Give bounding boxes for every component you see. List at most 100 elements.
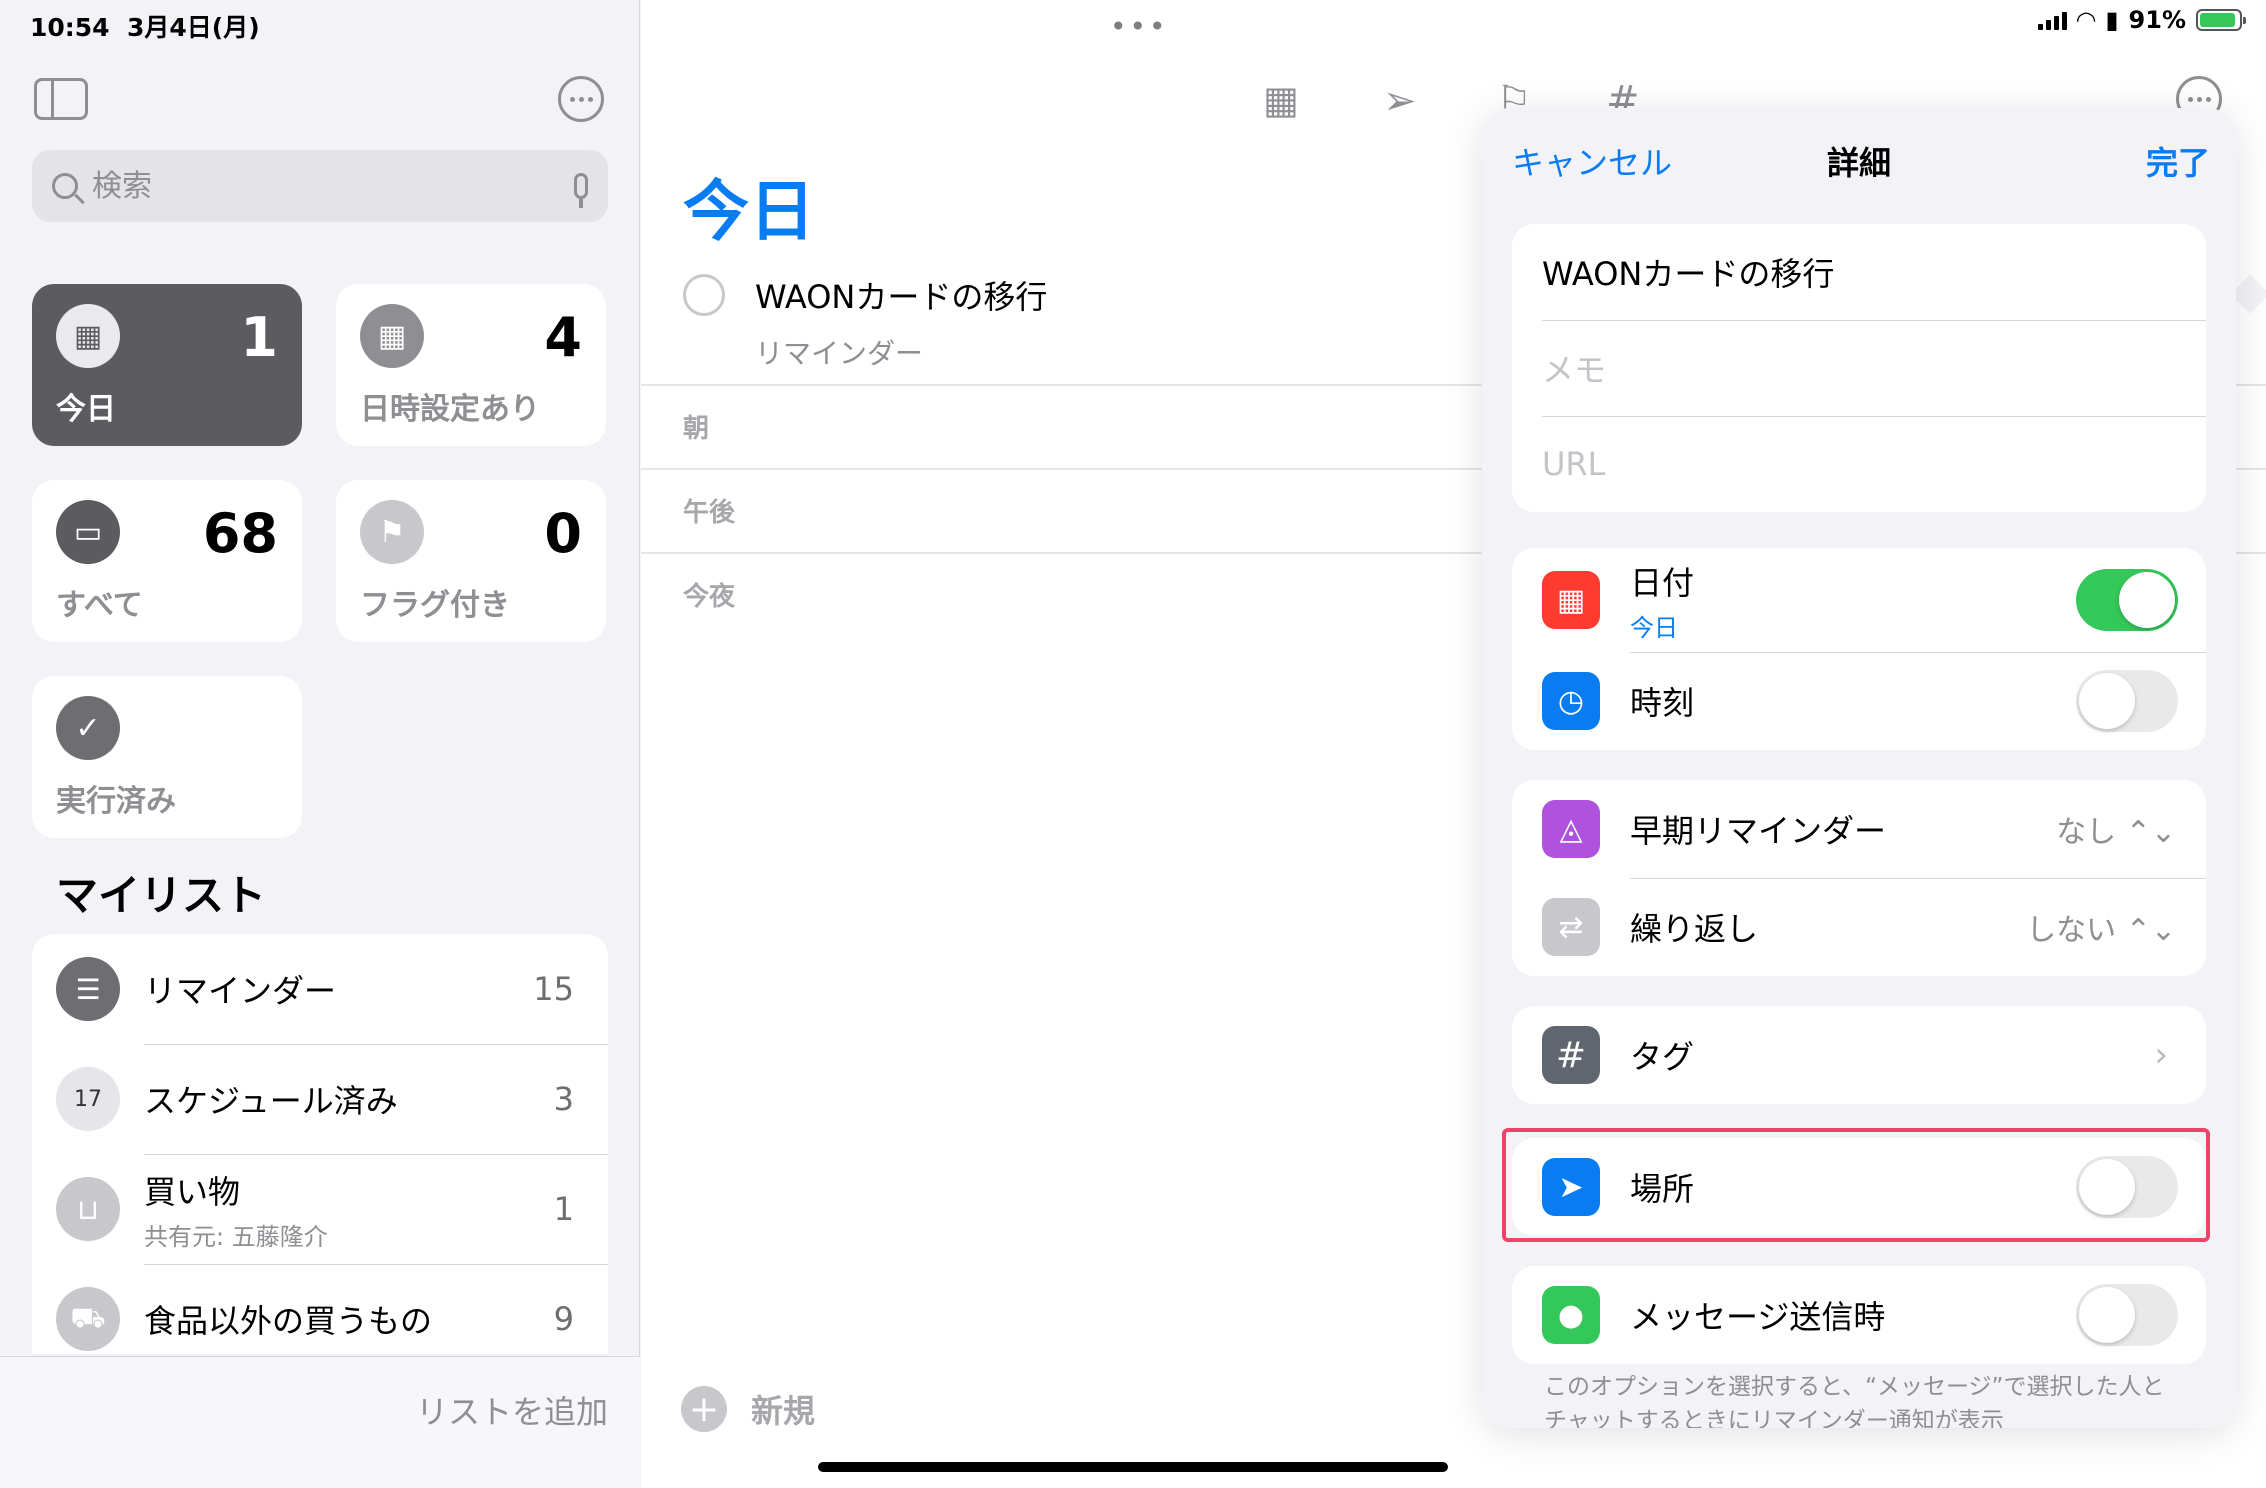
status-date: 3月4日(月) <box>127 13 260 42</box>
repeat-value[interactable]: しない ⌃⌄ <box>2026 905 2176 949</box>
repeat-icon: ⇄ <box>1542 898 1600 956</box>
repeat-label: 繰り返し <box>1630 910 1759 948</box>
tray-icon: ▭ <box>56 500 120 564</box>
url-field[interactable]: URL <box>1512 416 2206 512</box>
add-list-button[interactable]: リストを追加 <box>416 1387 608 1433</box>
multitasking-dots-icon[interactable]: ••• <box>1110 10 1169 43</box>
smart-list-count: 1 <box>240 306 278 369</box>
status-clock: 10:54 <box>30 13 110 42</box>
hashtag-icon: # <box>1542 1026 1600 1084</box>
status-indicators: ◠ ▮ 91% <box>2037 6 2246 34</box>
list-shared-by: 共有元: 五藤隆介 <box>144 1222 328 1251</box>
location-highlight-annotation <box>1502 1128 2210 1242</box>
repeat-row[interactable]: ⇄ 繰り返し しない ⌃⌄ <box>1512 878 2206 976</box>
search-input[interactable] <box>92 168 574 204</box>
messaging-group: ● メッセージ送信時 <box>1512 1266 2206 1364</box>
plus-icon: + <box>681 1386 727 1432</box>
smart-list-label: 日時設定あり <box>360 392 540 427</box>
wifi-icon: ◠ <box>2076 6 2096 34</box>
messaging-label: メッセージ送信時 <box>1630 1298 1886 1336</box>
messaging-toggle[interactable] <box>2076 1284 2178 1346</box>
messaging-row: ● メッセージ送信時 <box>1512 1266 2206 1364</box>
sidebar-footer: リストを追加 <box>0 1356 640 1488</box>
clock-icon: ◷ <box>1542 672 1600 730</box>
notes-field[interactable]: メモ <box>1512 320 2206 416</box>
smart-list-label: 実行済み <box>56 784 176 819</box>
early-reminder-value[interactable]: なし ⌃⌄ <box>2056 807 2176 851</box>
list-item[interactable]: ⊔ 買い物 共有元: 五藤隆介 1 <box>32 1154 608 1264</box>
list-count: 9 <box>553 1300 574 1338</box>
calendar-today-icon: ▦ <box>56 304 120 368</box>
battery-icon <box>2196 9 2246 31</box>
messaging-footnote: このオプションを選択すると、“メッセージ”で選択した人とチャットするときにリマイ… <box>1544 1374 2165 1428</box>
smart-list-completed[interactable]: ✓ 実行済み <box>32 676 302 838</box>
smart-list-flagged[interactable]: ⚑ 0 フラグ付き <box>336 480 606 642</box>
microphone-icon[interactable] <box>574 173 588 208</box>
basket-icon: ⊔ <box>56 1177 120 1241</box>
smart-list-label: フラグ付き <box>360 588 510 623</box>
smart-list-all[interactable]: ▭ 68 すべて <box>32 480 302 642</box>
reminder-item[interactable]: WAONカードの移行 リマインダー <box>683 272 1047 372</box>
early-reminder-label: 早期リマインダー <box>1630 812 1887 850</box>
tags-label: タグ <box>1630 1038 1695 1076</box>
list-name: リマインダー <box>144 972 337 1010</box>
title-field[interactable]: WAONカードの移行 <box>1512 224 2206 320</box>
date-toggle[interactable] <box>2076 569 2178 631</box>
list-name: 食品以外の買うもの <box>144 1302 433 1340</box>
search-field[interactable] <box>32 150 608 222</box>
date-label: 日付 <box>1630 563 1695 602</box>
time-label: 時刻 <box>1630 684 1695 722</box>
calendar-clock-icon[interactable]: ▦ <box>1263 78 1299 122</box>
smart-list-scheduled[interactable]: ▦ 4 日時設定あり <box>336 284 606 446</box>
checkmark-icon: ✓ <box>56 696 120 760</box>
list-count: 1 <box>553 1190 574 1228</box>
calendar-grid-icon: ▦ <box>360 304 424 368</box>
date-row: ▦ 日付 今日 <box>1512 548 2206 652</box>
sidebar: ▦ 1 今日 ▦ 4 日時設定あり ▭ 68 すべて ⚑ 0 フラグ付き ✓ 実… <box>0 0 640 1488</box>
reminder-list-name: リマインダー <box>755 337 924 370</box>
text-fields-group: WAONカードの移行 メモ URL <box>1512 224 2206 512</box>
list-name: 買い物 <box>144 1172 241 1211</box>
tags-row[interactable]: # タグ › <box>1512 1006 2206 1104</box>
list-item[interactable]: ☰ リマインダー 15 <box>32 934 608 1044</box>
smart-list-count: 0 <box>544 502 582 565</box>
page-title: 今日 <box>683 173 815 250</box>
smart-list-label: 今日 <box>56 392 116 427</box>
status-time: 10:54 3月4日(月) <box>30 8 260 44</box>
complete-circle-button[interactable] <box>683 274 725 316</box>
smart-list-count: 4 <box>544 306 582 369</box>
date-time-group: ▦ 日付 今日 ◷ 時刻 <box>1512 548 2206 750</box>
new-reminder-label: 新規 <box>751 1392 816 1430</box>
cancel-button[interactable]: キャンセル <box>1512 138 1672 184</box>
lock-rotation-icon: ▮ <box>2105 6 2119 34</box>
early-reminder-row[interactable]: ◬ 早期リマインダー なし ⌃⌄ <box>1512 780 2206 878</box>
my-lists: ☰ リマインダー 15 17 スケジュール済み 3 ⊔ 買い物 共有元: 五藤隆… <box>32 934 608 1354</box>
battery-fill <box>2200 13 2235 27</box>
chevron-right-icon: › <box>2154 1035 2168 1075</box>
time-row: ◷ 時刻 <box>1512 652 2206 750</box>
location-arrow-icon[interactable]: ➢ <box>1383 78 1417 124</box>
tags-group: # タグ › <box>1512 1006 2206 1104</box>
new-reminder-button[interactable]: + 新規 <box>681 1386 815 1432</box>
bell-icon: ◬ <box>1542 800 1600 858</box>
calendar-icon: ▦ <box>1542 571 1600 629</box>
battery-percent: 91% <box>2128 6 2186 34</box>
list-item[interactable]: 17 スケジュール済み 3 <box>32 1044 608 1154</box>
time-toggle[interactable] <box>2076 670 2178 732</box>
sidebar-toggle-icon[interactable] <box>34 78 88 120</box>
smart-list-label: すべて <box>56 588 143 623</box>
flag-icon: ⚑ <box>360 500 424 564</box>
smart-list-today[interactable]: ▦ 1 今日 <box>32 284 302 446</box>
calendar-17-icon: 17 <box>56 1067 120 1131</box>
list-bullet-icon: ☰ <box>56 957 120 1021</box>
list-name: スケジュール済み <box>144 1082 398 1120</box>
cellular-signal-icon <box>2037 10 2067 30</box>
reminder-title: WAONカードの移行 <box>755 278 1048 316</box>
date-value[interactable]: 今日 <box>1630 608 1694 643</box>
smart-list-count: 68 <box>202 502 278 565</box>
home-indicator[interactable] <box>818 1462 1448 1472</box>
sidebar-more-icon[interactable] <box>558 76 604 122</box>
list-item[interactable]: ⛟ 食品以外の買うもの 9 <box>32 1264 608 1354</box>
my-lists-heading: マイリスト <box>56 871 267 920</box>
done-button[interactable]: 完了 <box>2146 138 2210 184</box>
